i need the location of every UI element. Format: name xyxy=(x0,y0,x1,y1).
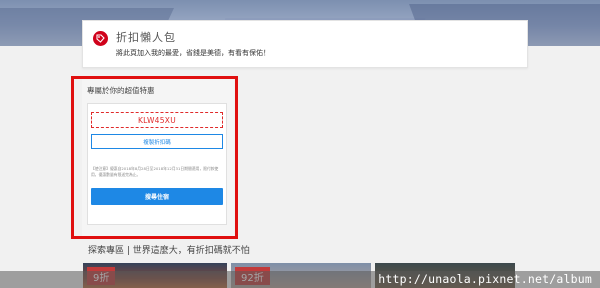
tag-icon xyxy=(93,31,108,46)
collection-subtitle: 將此頁加入我的最愛，省錢是美德，有看有保佑！ xyxy=(116,49,270,57)
collection-title: 折扣懶人包 xyxy=(116,31,176,44)
collection-card: 折扣懶人包 將此頁加入我的最愛，省錢是美德，有看有保佑！ xyxy=(82,20,528,68)
watermark-bar: http://unaola.pixnet.net/album xyxy=(0,271,600,288)
watermark-text: http://unaola.pixnet.net/album xyxy=(378,272,592,286)
highlight-annotation xyxy=(71,76,238,239)
explore-heading: 探索專區 | 世界這麼大，有折扣碼就不怕 xyxy=(88,246,250,256)
